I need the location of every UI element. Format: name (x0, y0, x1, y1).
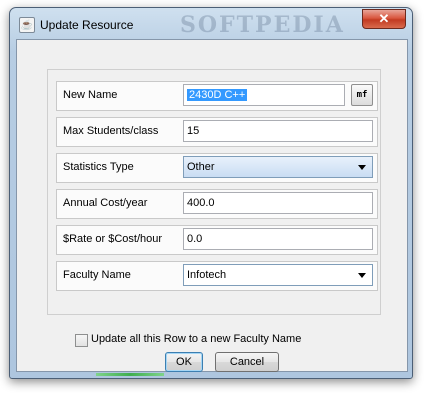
title-bar[interactable]: ☕ Update Resource SOFTPEDIA ✕ (10, 8, 412, 40)
rate-cost-input[interactable]: 0.0 (183, 228, 373, 250)
annual-cost-label: Annual Cost/year (63, 197, 148, 209)
window-title: Update Resource (40, 18, 134, 32)
faculty-name-row: Faculty Name Infotech (56, 261, 378, 291)
statistics-type-value: Other (187, 161, 215, 173)
close-button[interactable]: ✕ (362, 9, 406, 29)
chevron-down-icon (358, 273, 366, 278)
max-students-row: Max Students/class 15 (56, 117, 378, 147)
max-students-label: Max Students/class (63, 125, 159, 137)
rate-cost-row: $Rate or $Cost/hour 0.0 (56, 225, 378, 255)
annual-cost-row: Annual Cost/year 400.0 (56, 189, 378, 219)
cancel-button[interactable]: Cancel (215, 352, 279, 372)
java-cup-icon: ☕ (19, 17, 35, 33)
annual-cost-input[interactable]: 400.0 (183, 192, 373, 214)
mf-button[interactable]: mf (351, 84, 373, 106)
faculty-name-value: Infotech (187, 269, 227, 281)
dialog-content: New Name 2430D C++ mf Max Students/class… (16, 39, 408, 372)
new-name-value: 2430D C++ (187, 89, 248, 101)
update-resource-dialog: ☕ Update Resource SOFTPEDIA ✕ New Name 2… (9, 7, 413, 379)
ok-button[interactable]: OK (165, 352, 203, 372)
faculty-name-select[interactable]: Infotech (183, 264, 373, 286)
form-panel: New Name 2430D C++ mf Max Students/class… (47, 69, 381, 315)
statistics-type-row: Statistics Type Other (56, 153, 378, 183)
new-name-input[interactable]: 2430D C++ (183, 84, 345, 106)
watermark-text: SOFTPEDIA (180, 12, 345, 38)
close-icon: ✕ (378, 11, 390, 26)
taskbar-glow-strip (96, 373, 164, 376)
new-name-row: New Name 2430D C++ mf (56, 81, 378, 111)
update-all-checkbox[interactable] (75, 334, 88, 347)
statistics-type-label: Statistics Type (63, 161, 134, 173)
rate-cost-label: $Rate or $Cost/hour (63, 233, 163, 245)
max-students-input[interactable]: 15 (183, 120, 373, 142)
faculty-name-label: Faculty Name (63, 269, 131, 281)
update-all-label[interactable]: Update all this Row to a new Faculty Nam… (91, 333, 301, 345)
statistics-type-select[interactable]: Other (183, 156, 373, 178)
chevron-down-icon (358, 165, 366, 170)
new-name-label: New Name (63, 89, 118, 101)
